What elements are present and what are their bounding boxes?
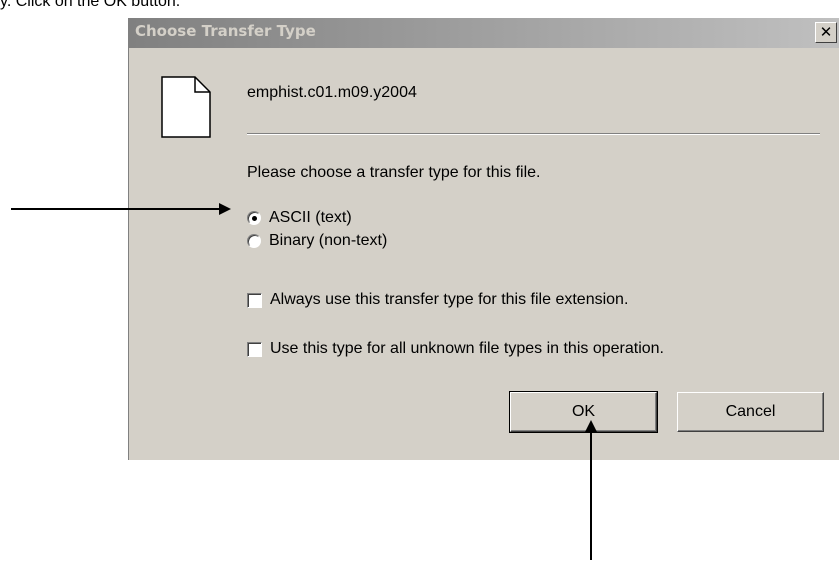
annotation-overlay [11,203,597,560]
page: y. Click on the OK button. Choose Transf… [0,0,839,565]
